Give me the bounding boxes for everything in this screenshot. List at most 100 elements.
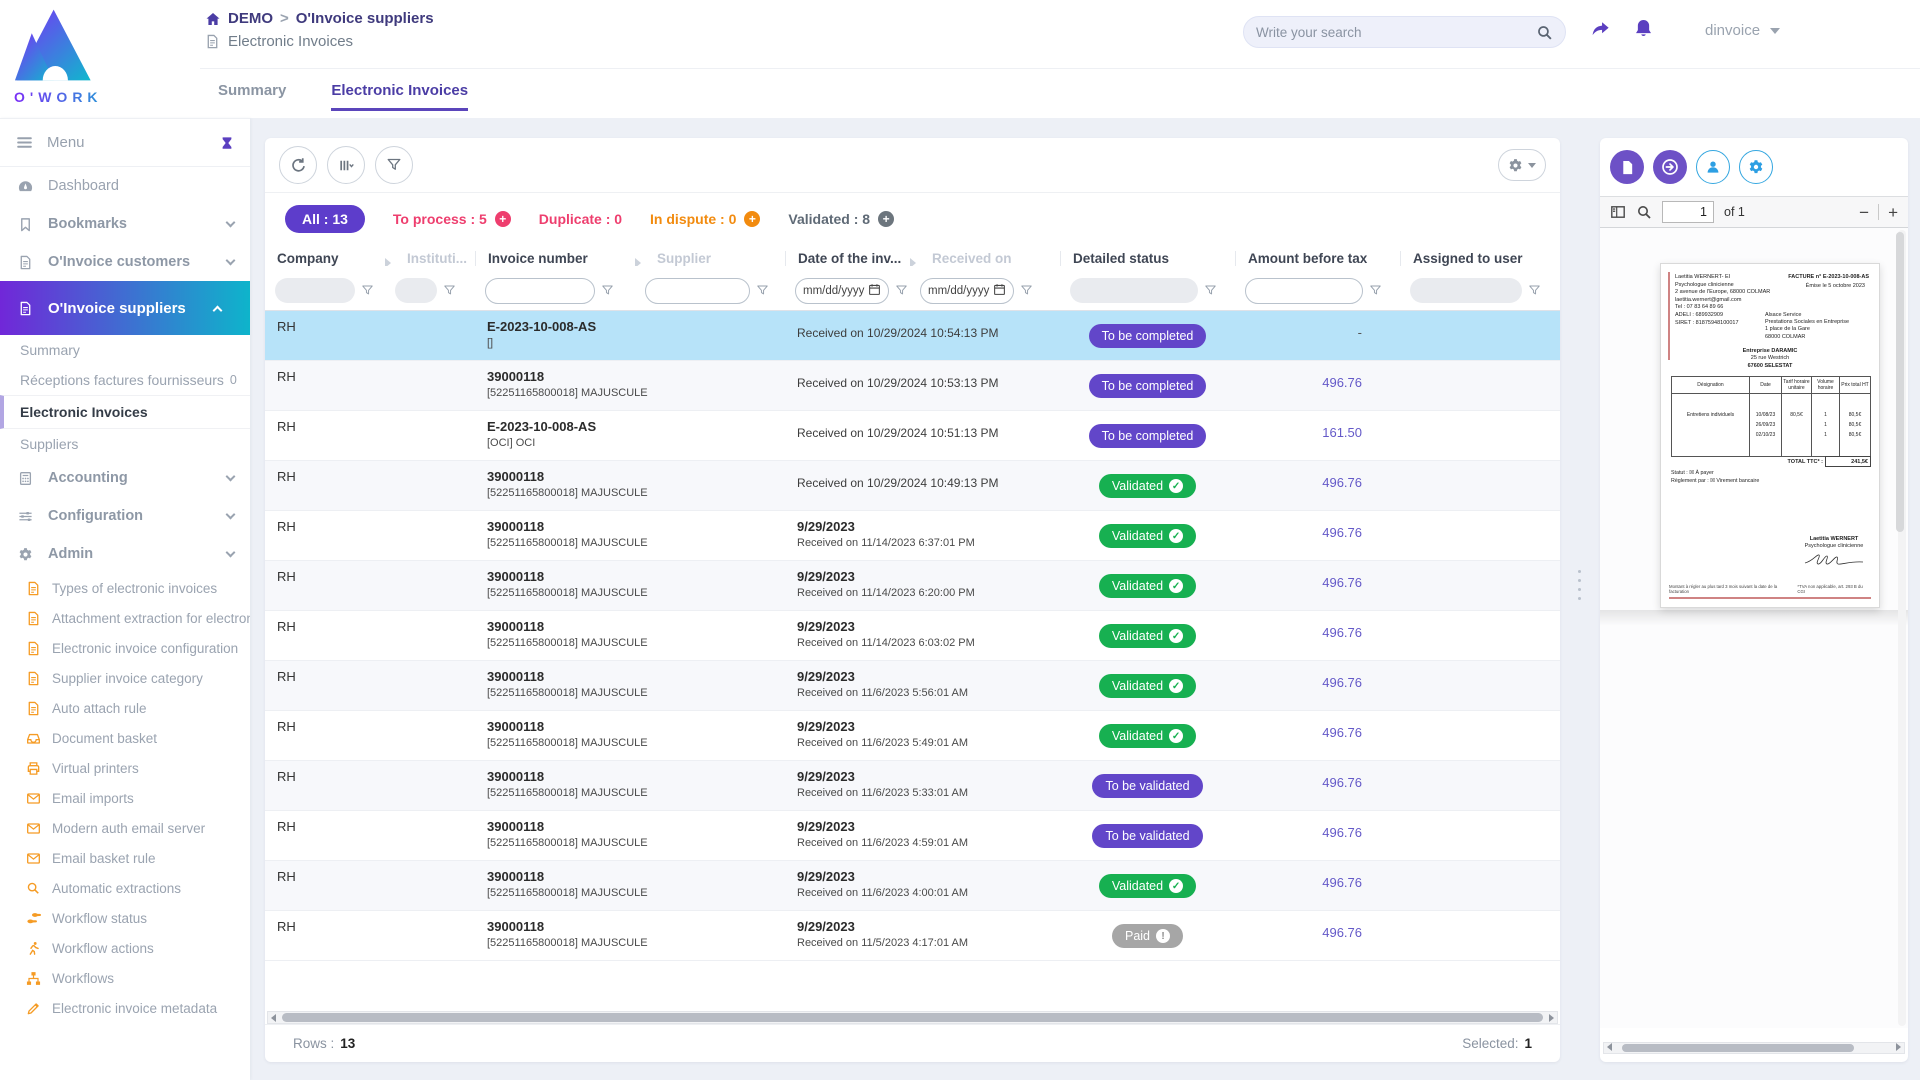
column-header-7[interactable]: Amount before tax	[1235, 251, 1400, 266]
table-settings-button[interactable]	[1498, 149, 1546, 181]
breadcrumb-home[interactable]: DEMO	[228, 10, 273, 27]
pin-sidebar-icon[interactable]	[220, 136, 234, 150]
plus-circle-icon[interactable]: +	[744, 211, 760, 227]
tab-summary[interactable]: Summary	[218, 82, 286, 111]
column-header-0[interactable]: Company	[265, 251, 385, 266]
open-invoice-button[interactable]	[1653, 150, 1687, 184]
filter-chip-validated[interactable]: Validated : 8+	[788, 211, 894, 227]
sidebar-subitem-automatic-extractions[interactable]: Automatic extractions	[0, 873, 250, 903]
zoom-out-icon[interactable]: −	[1859, 204, 1869, 221]
filter-button[interactable]	[375, 146, 413, 184]
breadcrumb-section[interactable]: O'Invoice suppliers	[296, 10, 434, 27]
sidebar-item-bookmarks[interactable]: Bookmarks	[0, 205, 250, 243]
panel-resize-handle[interactable]	[1575, 570, 1583, 620]
pdf-view-button[interactable]	[1610, 150, 1644, 184]
filter-date-input[interactable]: mm/dd/yyyy	[795, 278, 889, 304]
sidebar-subitem-electronic-invoices[interactable]: Electronic Invoices	[0, 395, 250, 429]
cell-amount[interactable]: 496.76	[1235, 561, 1400, 610]
sidebar-item-accounting[interactable]: Accounting	[0, 459, 250, 497]
sidebar-subitem-email-basket-rule[interactable]: Email basket rule	[0, 843, 250, 873]
table-row[interactable]: RH39000118[52251165800018] MAJUSCULE9/29…	[265, 711, 1560, 761]
table-row[interactable]: RH39000118[52251165800018] MAJUSCULE9/29…	[265, 561, 1560, 611]
sidebar-subitem-document-basket[interactable]: Document basket	[0, 723, 250, 753]
cell-amount[interactable]: 496.76	[1235, 611, 1400, 660]
filter-chip-to[interactable]: To process : 5+	[393, 211, 511, 227]
sidebar-item-o-invoice-suppliers[interactable]: O'Invoice suppliers	[0, 281, 250, 335]
columns-button[interactable]	[327, 146, 365, 184]
tab-electronic-invoices[interactable]: Electronic Invoices	[331, 82, 468, 111]
sidebar-subitem-workflow-actions[interactable]: Workflow actions	[0, 933, 250, 963]
cell-amount[interactable]: 496.76	[1235, 811, 1400, 860]
scroll-left-icon[interactable]	[271, 1014, 276, 1022]
sidebar-subitem-suppliers[interactable]: Suppliers	[0, 429, 250, 459]
sidebar-item-dashboard[interactable]: Dashboard	[0, 167, 250, 205]
sidebar-subitem-workflows[interactable]: Workflows	[0, 963, 250, 993]
filter-chip-in[interactable]: In dispute : 0+	[650, 211, 760, 227]
bell-icon[interactable]	[1633, 18, 1654, 39]
sidebar-item-configuration[interactable]: Configuration	[0, 497, 250, 535]
column-header-2[interactable]: Invoice number	[475, 251, 635, 266]
scroll-right-icon[interactable]	[1549, 1014, 1554, 1022]
sidebar-subitem-electronic-invoice-configuration[interactable]: Electronic invoice configuration	[0, 633, 250, 663]
column-header-6[interactable]: Detailed status	[1060, 251, 1235, 266]
column-header-5[interactable]: Received on	[910, 251, 1060, 266]
table-row[interactable]: RH39000118[52251165800018] MAJUSCULE9/29…	[265, 611, 1560, 661]
table-row[interactable]: RH39000118[52251165800018] MAJUSCULERece…	[265, 461, 1560, 511]
sidebar-item-admin[interactable]: Admin	[0, 535, 250, 573]
table-row[interactable]: RH39000118[52251165800018] MAJUSCULE9/29…	[265, 861, 1560, 911]
scrollbar-thumb[interactable]	[282, 1013, 1543, 1022]
search-icon[interactable]	[1536, 24, 1553, 41]
zoom-in-icon[interactable]: +	[1888, 204, 1898, 221]
cell-amount[interactable]: 496.76	[1235, 861, 1400, 910]
plus-circle-icon[interactable]: +	[878, 211, 894, 227]
table-row[interactable]: RH39000118[52251165800018] MAJUSCULE9/29…	[265, 811, 1560, 861]
scrollbar-thumb[interactable]	[1622, 1044, 1854, 1052]
sidebar-subitem-types-of-electronic-invoices[interactable]: Types of electronic invoices	[0, 573, 250, 603]
scrollbar-thumb[interactable]	[1896, 232, 1904, 532]
filter-text-input[interactable]	[1245, 278, 1363, 304]
filter-text-input[interactable]	[485, 278, 595, 304]
sidebar-subitem-virtual-printers[interactable]: Virtual printers	[0, 753, 250, 783]
filter-chip-all[interactable]: All : 13	[285, 205, 365, 233]
table-row[interactable]: RH39000118[52251165800018] MAJUSCULE9/29…	[265, 661, 1560, 711]
sidebar-subitem-electronic-invoice-metadata[interactable]: Electronic invoice metadata	[0, 993, 250, 1023]
column-header-1[interactable]: Instituti...	[385, 251, 475, 266]
column-header-8[interactable]: Assigned to user	[1400, 251, 1560, 266]
table-row[interactable]: RHE-2023-10-008-AS[OCI] OCIReceived on 1…	[265, 411, 1560, 461]
sidebar-item-o-invoice-customers[interactable]: O'Invoice customers	[0, 243, 250, 281]
cell-amount[interactable]: 496.76	[1235, 361, 1400, 410]
pdf-vertical-scrollbar[interactable]	[1898, 230, 1906, 1026]
table-row[interactable]: RH39000118[52251165800018] MAJUSCULE9/29…	[265, 761, 1560, 811]
assign-user-button[interactable]	[1696, 150, 1730, 184]
sidebar-subitem-supplier-invoice-category[interactable]: Supplier invoice category	[0, 663, 250, 693]
filter-chip-duplicate[interactable]: Duplicate : 0	[539, 211, 622, 227]
column-header-3[interactable]: Supplier	[635, 251, 785, 266]
home-icon[interactable]	[205, 11, 221, 27]
share-icon[interactable]	[1590, 18, 1611, 39]
page-number-input[interactable]	[1662, 201, 1714, 223]
sidebar-subitem-email-imports[interactable]: Email imports	[0, 783, 250, 813]
sidebar-subitem-attachment-extraction-for-electron[interactable]: Attachment extraction for electron	[0, 603, 250, 633]
sidebar-subitem-workflow-status[interactable]: Workflow status	[0, 903, 250, 933]
scroll-left-icon[interactable]	[1607, 1043, 1612, 1051]
hamburger-icon[interactable]	[16, 134, 33, 151]
plus-circle-icon[interactable]: +	[495, 211, 511, 227]
filter-date-input[interactable]: mm/dd/yyyy	[920, 278, 1014, 304]
search-input[interactable]	[1256, 25, 1536, 40]
cell-amount[interactable]: 496.76	[1235, 711, 1400, 760]
table-row[interactable]: RH39000118[52251165800018] MAJUSCULE9/29…	[265, 511, 1560, 561]
refresh-button[interactable]	[279, 146, 317, 184]
table-row[interactable]: RH39000118[52251165800018] MAJUSCULE9/29…	[265, 911, 1560, 961]
column-header-4[interactable]: Date of the inv...	[785, 251, 910, 266]
sidebar-subitem-auto-attach-rule[interactable]: Auto attach rule	[0, 693, 250, 723]
invoice-preview-page[interactable]: Laetitia WERNERT- EIPsychologue clinicie…	[1660, 263, 1880, 608]
scroll-right-icon[interactable]	[1896, 1043, 1901, 1051]
global-search[interactable]	[1243, 16, 1566, 48]
cell-amount[interactable]: 161.50	[1235, 411, 1400, 460]
pdf-horizontal-scrollbar[interactable]	[1603, 1042, 1905, 1054]
sidebar-subitem-summary[interactable]: Summary	[0, 335, 250, 365]
table-row[interactable]: RHE-2023-10-008-AS[]Received on 10/29/20…	[265, 311, 1560, 361]
toggle-sidebar-icon[interactable]	[1610, 204, 1626, 220]
sidebar-subitem-r-ceptions-factures-fournisseurs[interactable]: Réceptions factures fournisseurs0	[0, 365, 250, 395]
filter-text-input[interactable]	[645, 278, 750, 304]
